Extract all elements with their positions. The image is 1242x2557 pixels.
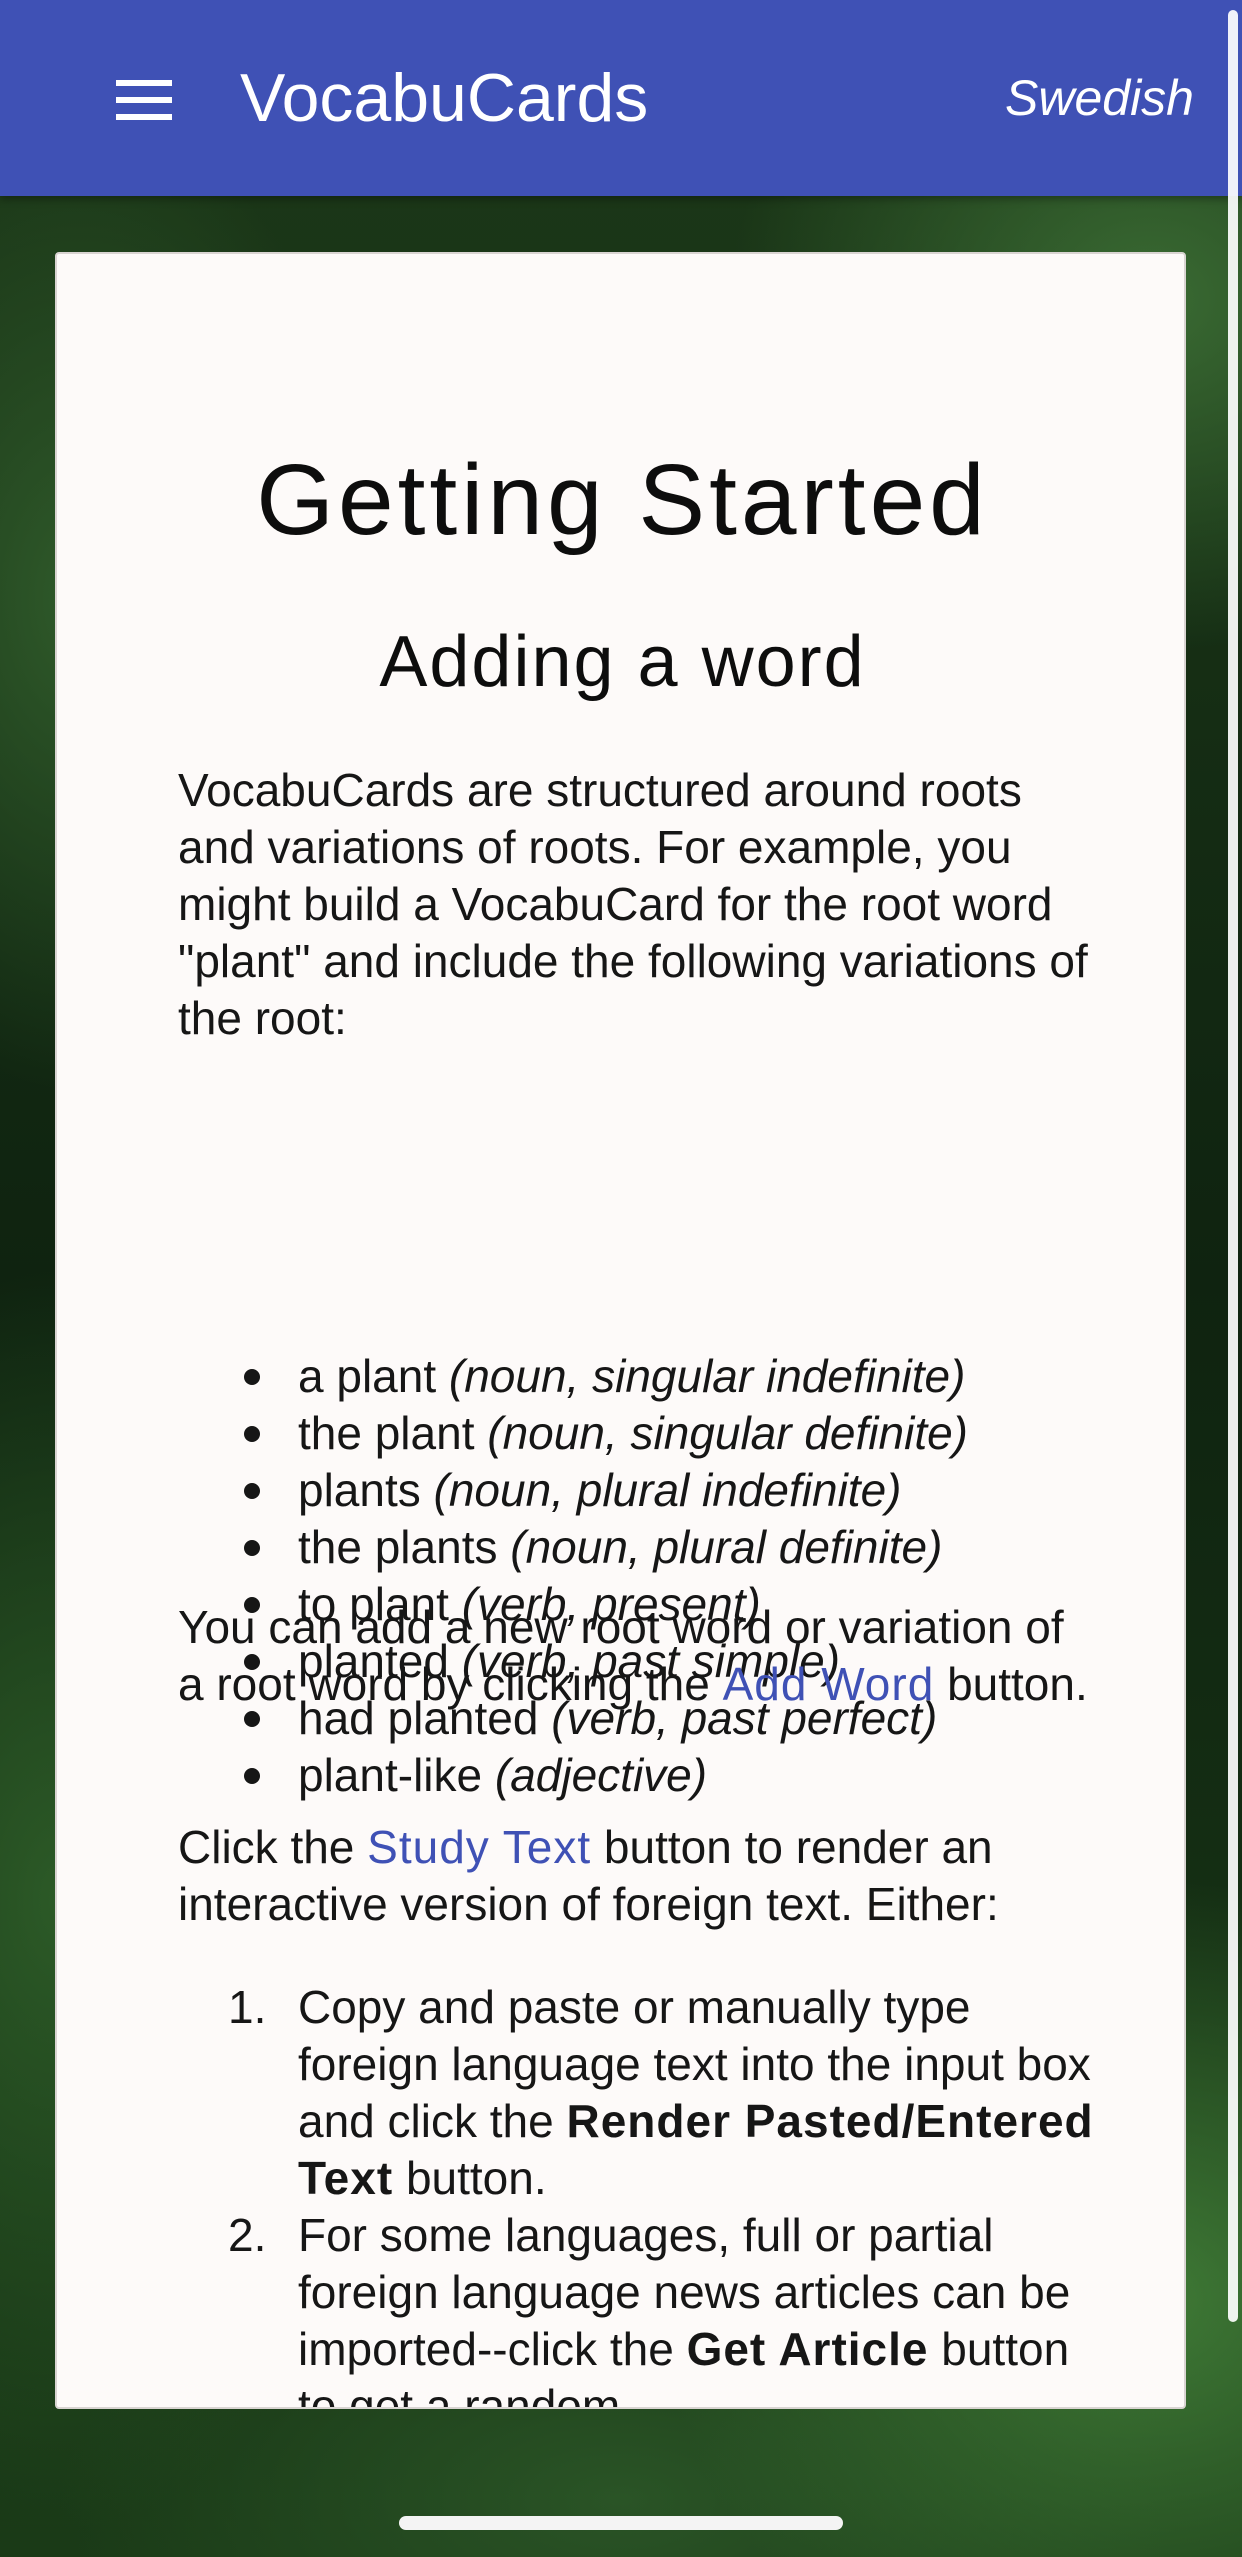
app-bar: VocabuCards Swedish xyxy=(0,0,1242,196)
home-indicator[interactable] xyxy=(399,2516,843,2530)
list-item: 1. Copy and paste or manually type foreig… xyxy=(228,1981,1094,2204)
list-item: the plant (noun, singular definite) xyxy=(178,1405,1098,1462)
list-item: a plant (noun, singular indefinite) xyxy=(178,1348,1098,1405)
steps-list: 1. Copy and paste or manually type foreig… xyxy=(178,1979,1098,2409)
hamburger-menu-icon xyxy=(116,80,172,120)
list-item: 2. For some languages, full or partial fo… xyxy=(228,2209,1071,2409)
list-item: plant-like (adjective) xyxy=(178,1747,1098,1804)
scrollbar[interactable] xyxy=(1228,10,1238,2322)
page-title: Getting Started xyxy=(256,444,989,556)
list-item: the plants (noun, plural definite) xyxy=(178,1519,1098,1576)
study-text-paragraph: Click the Study Text button to render an… xyxy=(178,1821,999,1930)
getting-started-card: Getting Started Adding a word VocabuCard… xyxy=(55,252,1186,2409)
section-title: Adding a word xyxy=(379,622,866,702)
menu-button[interactable] xyxy=(100,62,188,138)
app-title: VocabuCards xyxy=(240,60,649,136)
intro-paragraph: VocabuCards are structured around roots … xyxy=(178,764,1088,1044)
add-word-link[interactable]: Add Word xyxy=(723,1658,935,1710)
add-word-paragraph: You can add a new root word or variation… xyxy=(178,1601,1088,1710)
list-item: plants (noun, plural indefinite) xyxy=(178,1462,1098,1519)
language-selector[interactable]: Swedish xyxy=(1005,62,1194,134)
variations-list: a plant (noun, singular indefinite) the … xyxy=(178,1348,1098,1804)
study-text-link[interactable]: Study Text xyxy=(367,1821,591,1873)
